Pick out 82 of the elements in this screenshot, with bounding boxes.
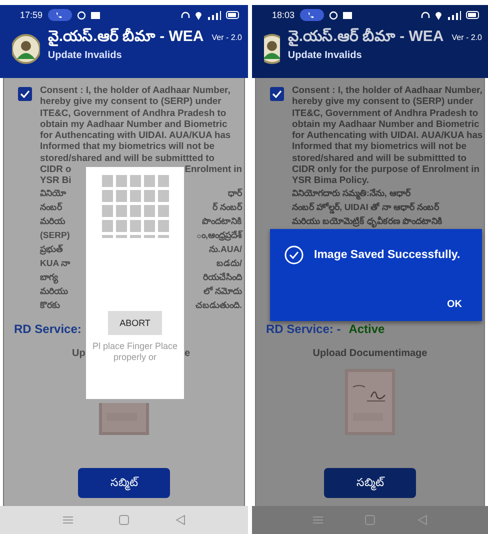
signal-icon	[207, 10, 221, 20]
consent-text: for Authencating with UIDAI. AUA/KUA has	[292, 129, 483, 140]
consent-text: మరియు	[40, 284, 68, 298]
consent-checkbox[interactable]	[18, 87, 32, 101]
consent-checkbox[interactable]	[270, 87, 284, 101]
menu-icon	[63, 516, 74, 524]
consent-text: ITE&C, Government of Andhra Pradesh to	[292, 106, 478, 118]
consent-text: కొరకు	[40, 298, 60, 312]
battery-icon	[226, 11, 240, 19]
consent-text: మరియు బయోమెట్రిక్ ధృవీకరణ పొందటానికి	[292, 214, 442, 228]
consent-text: for Authencating with UIDAI. AUA/KUA has	[40, 129, 231, 140]
abort-button[interactable]: ABORT	[108, 311, 162, 335]
home-icon	[365, 515, 376, 525]
check-icon	[272, 90, 282, 98]
consent-text: ITE&C, Government of Andhra Pradesh to	[40, 106, 226, 118]
consent-text: వినియోగదారు సమ్మతి:నేను, ఆధార్	[292, 186, 410, 200]
consent-text: YSR Bima Policy.	[292, 174, 369, 186]
consent-text: (SERP)	[40, 228, 70, 242]
location-icon	[195, 10, 202, 20]
call-icon	[48, 9, 72, 21]
version-label: Ver - 2.0	[212, 33, 242, 42]
app-title: వై.యస్.ఆర్ బీమా - WEA	[288, 28, 444, 48]
consent-text: hereby give my consent to (SERP) under	[292, 95, 474, 107]
consent-text: Enrolment in	[184, 163, 242, 174]
consent-text: Consent : I, the holder of Aadhaar Number,	[40, 84, 230, 96]
consent-text: చబడుతుంది.	[196, 298, 242, 312]
consent-text: రియచేసింది	[203, 270, 242, 284]
signal-icon	[447, 10, 461, 20]
back-icon	[176, 515, 185, 525]
consent-text: నంబర్ హోల్డర్, UIDAI తో నా ఆధార్ నంబర్	[292, 200, 440, 214]
location-icon	[435, 10, 442, 20]
consent-text: పొందటానికి	[202, 214, 242, 228]
consent-text: stored/shared and will be submittted to	[40, 152, 214, 164]
consent-text: ను.AUA/	[209, 242, 242, 256]
submit-button[interactable]: సబ్మిట్	[78, 468, 170, 498]
status-time: 17:59	[20, 10, 43, 20]
emblem-icon	[264, 34, 280, 64]
consent-text: Informed that my biometrics will not be	[40, 140, 214, 152]
consent-text: Informed that my biometrics will not be	[292, 140, 466, 152]
check-icon	[20, 90, 30, 98]
fingerprint-grid-icon	[102, 175, 168, 241]
consent-text: CIDR o	[40, 163, 72, 174]
upload-label: e	[184, 348, 190, 359]
consent-text: బడదు/	[216, 256, 242, 270]
consent-text: ర్ నంబర్	[212, 200, 242, 214]
upload-label: Upload Documentimage	[312, 348, 428, 359]
upload-label: Up	[72, 348, 86, 359]
home-icon	[119, 515, 130, 525]
rd-service-label: RD Service:	[14, 322, 82, 336]
menu-icon	[313, 516, 324, 524]
consent-text: ం,ఆంధ్రప్రదేశ్	[196, 228, 242, 242]
consent-text: ప్రభుత్	[40, 242, 63, 256]
consent-text: KUA నా	[40, 256, 70, 270]
consent-text: నంబర్	[40, 200, 62, 214]
rd-service-status: Active	[348, 322, 385, 336]
consent-text: stored/shared and will be submittted to	[292, 152, 466, 164]
app-subtitle: Update Invalids	[288, 50, 363, 61]
consent-text: వినియో	[40, 186, 66, 200]
consent-text: obtain my Aadhaar Number and Biometric	[40, 118, 228, 130]
ok-button[interactable]: OK	[441, 298, 468, 311]
consent-text: obtain my Aadhaar Number and Biometric	[292, 118, 480, 130]
submit-button[interactable]: సబ్మిట్	[324, 468, 416, 498]
emblem-icon	[12, 34, 40, 64]
consent-text: YSR Bi	[40, 174, 72, 186]
consent-text: ధార్	[228, 186, 242, 200]
check-circle-icon	[284, 245, 304, 265]
consent-text: CIDR only for the purpose of Enrolment in	[292, 163, 480, 174]
call-icon	[300, 9, 324, 21]
version-label: Ver - 2.0	[452, 33, 482, 42]
consent-text: లో నమోదు	[204, 284, 242, 298]
scanner-message: Pl place Finger Place properly or	[91, 341, 179, 363]
status-time: 18:03	[272, 10, 295, 20]
consent-text: Consent : I, the holder of Aadhaar Number,	[292, 84, 482, 96]
rd-service-label: RD Service: -	[266, 322, 341, 336]
app-subtitle: Update Invalids	[48, 50, 123, 61]
alert-message: Image Saved Successfully.	[314, 249, 460, 261]
consent-text: బాగ్య	[40, 270, 58, 284]
consent-text: hereby give my consent to (SERP) under	[40, 95, 222, 107]
back-icon	[418, 515, 427, 525]
battery-icon	[466, 11, 480, 19]
consent-text: మరియ	[40, 214, 65, 228]
app-title: వై.యస్.ఆర్ బీమా - WEA	[48, 28, 204, 48]
